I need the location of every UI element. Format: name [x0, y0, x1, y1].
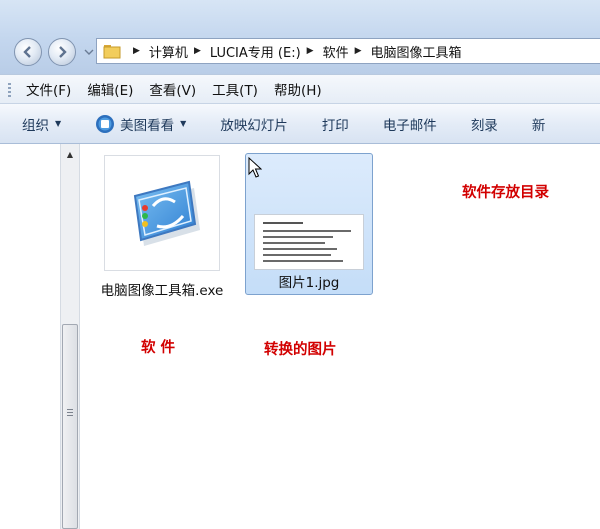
mouse-pointer-icon: [248, 157, 262, 178]
slideshow-label: 放映幻灯片: [220, 117, 288, 134]
file-item-exe[interactable]: 电脑图像工具箱.exe: [100, 154, 224, 314]
menu-grip: [8, 83, 11, 97]
print-button[interactable]: 打印: [322, 114, 349, 134]
annotation-software: 软 件: [141, 340, 176, 356]
back-button[interactable]: [14, 38, 42, 66]
forward-arrow-icon: [59, 46, 67, 58]
organize-button[interactable]: 组织 ▼: [22, 114, 61, 134]
new-folder-button[interactable]: 新: [532, 114, 546, 134]
back-arrow-icon: [23, 46, 31, 58]
breadcrumb-computer[interactable]: 计算机: [149, 42, 188, 61]
dropdown-caret-icon: ▼: [180, 119, 187, 128]
file-view: ▲ 电脑图像工具箱.exe 图片1.jpg 软件存放目录 软 件 转换的图片: [0, 144, 600, 529]
document-thumbnail-icon: [254, 214, 364, 270]
annotation-converted-image: 转换的图片: [264, 342, 337, 358]
email-button[interactable]: 电子邮件: [383, 114, 437, 134]
dropdown-caret-icon: ▼: [55, 119, 62, 128]
scroll-thumb[interactable]: [62, 324, 78, 529]
breadcrumb-separator-icon[interactable]: ▶: [194, 46, 201, 56]
annotation-storage-dir: 软件存放目录: [462, 185, 549, 201]
breadcrumb-separator-icon[interactable]: ▶: [355, 46, 362, 56]
file-item-jpg[interactable]: 图片1.jpg: [245, 153, 373, 295]
doc-line: [263, 230, 351, 232]
menu-help[interactable]: 帮助(H): [274, 79, 322, 99]
menu-view[interactable]: 查看(V): [149, 79, 196, 99]
app-window-icon: [133, 180, 200, 246]
menu-edit[interactable]: 编辑(E): [87, 79, 133, 99]
viewer-app-icon: [96, 114, 115, 133]
menu-file[interactable]: 文件(F): [26, 79, 71, 99]
doc-line: [263, 236, 333, 238]
slideshow-button[interactable]: 放映幻灯片: [220, 114, 288, 134]
scroll-up-arrow-icon[interactable]: ▲: [61, 144, 79, 164]
window-header: ▶ 计算机 ▶ LUCIA专用 (E:) ▶ 软件 ▶ 电脑图像工具箱: [0, 0, 600, 74]
address-bar[interactable]: ▶ 计算机 ▶ LUCIA专用 (E:) ▶ 软件 ▶ 电脑图像工具箱: [96, 38, 600, 64]
doc-line: [263, 254, 331, 256]
file-thumbnail: [104, 155, 220, 271]
doc-line: [263, 222, 303, 224]
breadcrumb-separator-icon[interactable]: ▶: [133, 46, 140, 56]
menu-bar: 文件(F) 编辑(E) 查看(V) 工具(T) 帮助(H): [0, 74, 600, 104]
breadcrumb-software[interactable]: 软件: [323, 42, 349, 61]
scroll-thumb-grip: [67, 409, 73, 417]
viewer-label: 美图看看: [120, 117, 175, 134]
breadcrumb-current-folder[interactable]: 电脑图像工具箱: [371, 42, 462, 61]
doc-line: [263, 242, 325, 244]
burn-label: 刻录: [470, 117, 498, 134]
burn-button[interactable]: 刻录: [471, 114, 498, 134]
nav-pane-scrollbar[interactable]: ▲: [60, 144, 80, 529]
navigation-pane[interactable]: [0, 144, 60, 529]
doc-line: [263, 248, 337, 250]
forward-button[interactable]: [48, 38, 76, 66]
file-name: 电脑图像工具箱.exe: [100, 283, 224, 299]
organize-label: 组织: [22, 117, 49, 134]
breadcrumb-drive[interactable]: LUCIA专用 (E:): [210, 42, 301, 61]
folder-icon: [103, 45, 121, 59]
new-folder-label: 新: [531, 117, 546, 134]
email-label: 电子邮件: [382, 117, 437, 134]
command-toolbar: 组织 ▼ 美图看看 ▼ 放映幻灯片 打印 电子邮件 刻录 新: [0, 104, 600, 144]
viewer-button[interactable]: 美图看看 ▼: [95, 114, 186, 134]
breadcrumb-separator-icon[interactable]: ▶: [307, 46, 314, 56]
menu-tools[interactable]: 工具(T): [212, 79, 258, 99]
recent-pages-chevron-icon[interactable]: [84, 48, 94, 56]
doc-line: [263, 260, 343, 262]
file-name: 图片1.jpg: [278, 275, 340, 291]
print-label: 打印: [321, 117, 349, 134]
